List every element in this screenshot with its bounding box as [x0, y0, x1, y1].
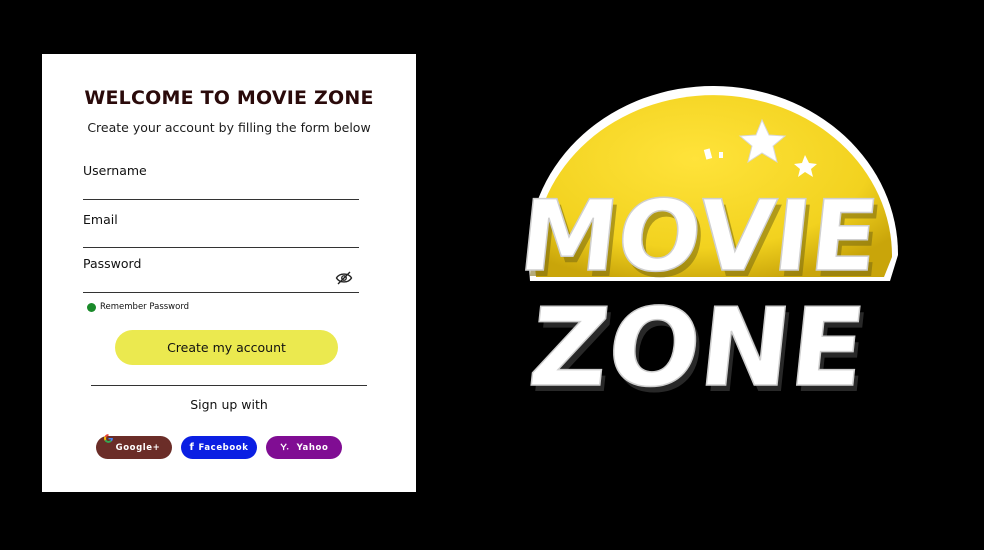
signup-with-label: Sign up with	[190, 397, 268, 412]
remember-password-toggle[interactable]: Remember Password	[87, 302, 189, 312]
password-field[interactable]: Password	[83, 256, 359, 293]
yahoo-signup-button[interactable]: Yahoo	[266, 436, 342, 459]
yahoo-icon	[279, 442, 289, 454]
remember-password-label: Remember Password	[100, 302, 190, 312]
create-account-button[interactable]: Create my account	[115, 330, 338, 365]
divider	[91, 385, 367, 386]
checked-dot-icon	[87, 302, 96, 312]
facebook-icon: f	[189, 442, 195, 453]
google-icon	[104, 434, 113, 443]
google-signup-button[interactable]: Google+	[96, 434, 172, 459]
password-input[interactable]	[83, 272, 327, 290]
google-label: Google+	[115, 442, 161, 453]
username-field[interactable]: Username	[83, 163, 359, 200]
email-field[interactable]: Email	[83, 212, 359, 248]
form-title: WELCOME TO MOVIE ZONE	[84, 87, 374, 109]
username-input[interactable]	[83, 179, 327, 197]
eye-off-icon[interactable]	[335, 270, 353, 286]
logo-text-zone: ZONE	[524, 284, 872, 400]
username-label: Username	[83, 163, 147, 178]
signup-form-card: WELCOME TO MOVIE ZONE Create your accoun…	[42, 54, 416, 492]
password-label: Password	[83, 256, 142, 271]
movie-zone-logo: MOVIE MOVIE ZONE ZONE	[520, 85, 899, 400]
email-input[interactable]	[83, 227, 327, 245]
email-label: Email	[83, 212, 118, 227]
page: WELCOME TO MOVIE ZONE Create your accoun…	[0, 0, 984, 550]
facebook-label: Facebook	[198, 442, 249, 453]
facebook-signup-button[interactable]: f Facebook	[181, 436, 257, 459]
form-subtitle: Create your account by filling the form …	[87, 120, 371, 135]
logo-text-movie: MOVIE	[520, 180, 884, 294]
yahoo-label: Yahoo	[296, 442, 329, 453]
